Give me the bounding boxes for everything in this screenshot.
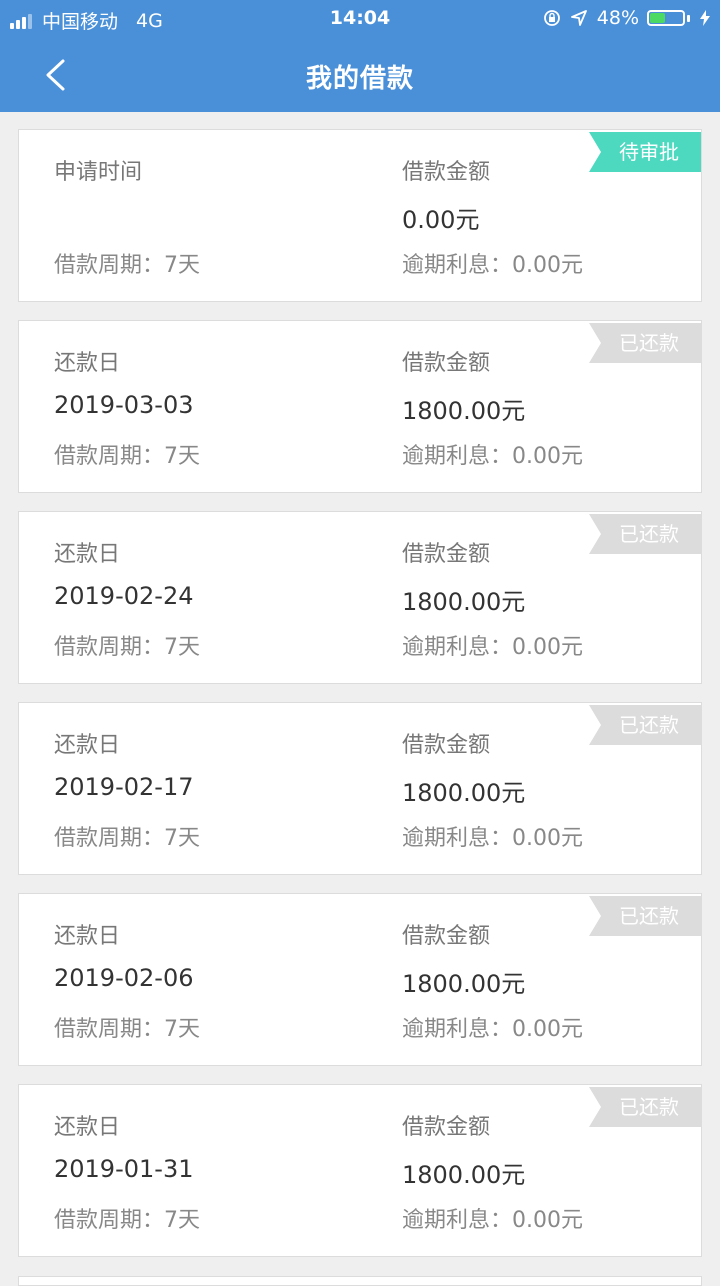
- loan-card[interactable]: 还款日 2019-02-24 借款周期：7天 借款金额 1800.00元 逾期利…: [18, 511, 702, 684]
- nav-bar: 我的借款: [0, 38, 720, 112]
- status-tag: 已还款: [589, 705, 701, 745]
- location-arrow-icon: [570, 10, 587, 26]
- amount-value: 1800.00元: [402, 970, 526, 998]
- date-value: 2019-02-24: [54, 582, 194, 610]
- overdue-interest: 逾期利息：0.00元: [402, 1017, 583, 1042]
- amount-value: 1800.00元: [402, 397, 526, 425]
- amount-value: 1800.00元: [402, 1161, 526, 1189]
- page-title: 我的借款: [305, 64, 414, 94]
- loan-list: 申请时间 借款周期：7天 借款金额 0.00元 逾期利息：0.00元 待审批 还…: [18, 129, 702, 1275]
- charging-bolt-icon: [700, 10, 710, 26]
- amount-value: 1800.00元: [402, 588, 526, 616]
- status-tag: 已还款: [589, 896, 701, 936]
- status-tag: 已还款: [589, 323, 701, 363]
- app-header: 中国移动 4G 14:04 48% 我的借款: [0, 0, 720, 112]
- loan-card[interactable]: 还款日 2019-01-31 借款周期：7天 借款金额 1800.00元 逾期利…: [18, 1084, 702, 1257]
- loan-period: 借款周期：7天: [54, 1208, 200, 1233]
- overdue-interest: 逾期利息：0.00元: [402, 444, 583, 469]
- loan-card[interactable]: 申请时间 借款周期：7天 借款金额 0.00元 逾期利息：0.00元 待审批: [18, 129, 702, 302]
- loan-period: 借款周期：7天: [54, 635, 200, 660]
- battery-icon: [647, 10, 685, 26]
- amount-label: 借款金额: [402, 160, 491, 185]
- status-bar: 中国移动 4G 14:04 48%: [0, 0, 720, 38]
- date-label: 还款日: [54, 351, 121, 376]
- list-item-partial: [18, 1276, 702, 1286]
- amount-label: 借款金额: [402, 351, 491, 376]
- loan-card[interactable]: 还款日 2019-03-03 借款周期：7天 借款金额 1800.00元 逾期利…: [18, 320, 702, 493]
- battery-percent: 48%: [596, 7, 639, 29]
- loan-period: 借款周期：7天: [54, 444, 200, 469]
- loan-period: 借款周期：7天: [54, 253, 200, 278]
- overdue-interest: 逾期利息：0.00元: [402, 253, 583, 278]
- date-value: 2019-02-17: [54, 773, 194, 801]
- orientation-lock-icon: [543, 9, 561, 27]
- loan-period: 借款周期：7天: [54, 826, 200, 851]
- date-value: 2019-01-31: [54, 1155, 194, 1183]
- status-tag: 待审批: [589, 132, 701, 172]
- date-label: 申请时间: [54, 160, 143, 185]
- loan-period: 借款周期：7天: [54, 1017, 200, 1042]
- overdue-interest: 逾期利息：0.00元: [402, 1208, 583, 1233]
- status-tag: 已还款: [589, 1087, 701, 1127]
- loan-card[interactable]: 还款日 2019-02-06 借款周期：7天 借款金额 1800.00元 逾期利…: [18, 893, 702, 1066]
- date-label: 还款日: [54, 924, 121, 949]
- date-label: 还款日: [54, 542, 121, 567]
- date-value: 2019-03-03: [54, 391, 194, 419]
- amount-value: 0.00元: [402, 206, 480, 234]
- date-value: 2019-02-06: [54, 964, 194, 992]
- amount-value: 1800.00元: [402, 779, 526, 807]
- loan-card[interactable]: 还款日 2019-02-17 借款周期：7天 借款金额 1800.00元 逾期利…: [18, 702, 702, 875]
- date-label: 还款日: [54, 1115, 121, 1140]
- date-label: 还款日: [54, 733, 121, 758]
- status-tag: 已还款: [589, 514, 701, 554]
- overdue-interest: 逾期利息：0.00元: [402, 826, 583, 851]
- amount-label: 借款金额: [402, 1115, 491, 1140]
- amount-label: 借款金额: [402, 924, 491, 949]
- amount-label: 借款金额: [402, 542, 491, 567]
- amount-label: 借款金额: [402, 733, 491, 758]
- overdue-interest: 逾期利息：0.00元: [402, 635, 583, 660]
